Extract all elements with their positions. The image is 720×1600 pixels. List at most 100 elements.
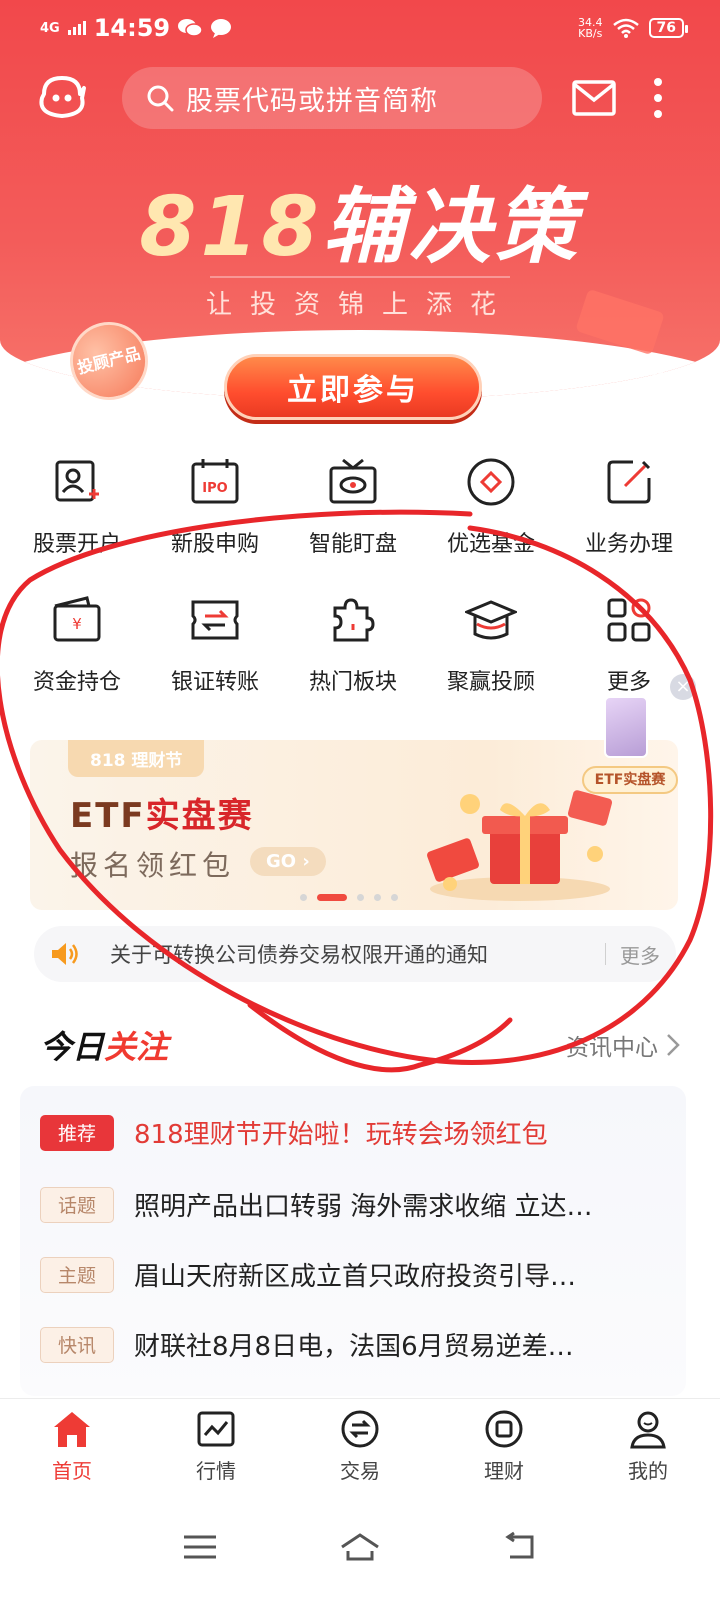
tab-home[interactable]: 首页 — [0, 1399, 144, 1494]
wealth-icon — [485, 1410, 523, 1448]
back-nav-icon[interactable] — [500, 1527, 540, 1567]
notice-bar[interactable]: 关于可转换公司债券交易权限开通的通知 更多 — [34, 926, 676, 982]
more-menu-icon[interactable] — [652, 78, 664, 118]
today-section-header: 今日关注 资讯中心 — [40, 1020, 680, 1070]
svg-text:¥: ¥ — [72, 615, 82, 633]
news-tag: 主题 — [40, 1256, 114, 1293]
speaker-icon — [52, 943, 78, 965]
join-now-button[interactable]: 立即参与 — [224, 354, 482, 420]
phone-prize-icon — [604, 696, 648, 758]
market-chart-icon — [197, 1411, 235, 1447]
carousel-dot-active — [317, 894, 347, 901]
tab-profile[interactable]: 我的 — [576, 1399, 720, 1494]
home-nav-icon[interactable] — [340, 1527, 380, 1567]
quick-entry-row-2: ¥ 资金持仓 银证转账 热门板块 聚赢投顾 更多 — [8, 594, 720, 696]
banner-title-text: 辅决策 — [322, 180, 581, 275]
tab-wealth[interactable]: 理财 — [432, 1399, 576, 1494]
notice-divider — [605, 943, 606, 965]
system-navigation-bar — [0, 1494, 720, 1600]
info-center-label: 资讯中心 — [566, 1035, 658, 1061]
svg-text:IPO: IPO — [202, 481, 227, 496]
news-text: 眉山天府新区成立首只政府投资引导… — [134, 1262, 577, 1292]
network-indicator: 4G — [40, 20, 60, 36]
grid-item-hot-sectors[interactable]: 热门板块 — [284, 594, 422, 696]
battery-indicator: 76 — [648, 18, 689, 38]
app-logo-icon[interactable] — [34, 74, 90, 122]
chevron-right-icon — [667, 1034, 680, 1056]
status-bar: 4G 14:59 34.4 KB/s 76 — [0, 0, 720, 56]
grid-item-label: 新股申购 — [170, 532, 259, 557]
notice-more-link[interactable]: 更多 — [620, 940, 660, 969]
float-etf-label: ETF实盘赛 — [582, 766, 678, 794]
carousel-dot — [300, 894, 307, 901]
promo-go-button[interactable]: GO › — [250, 847, 326, 876]
banner-close-icon[interactable]: × — [646, 362, 668, 392]
bottom-tab-bar: 首页 行情 交易 理财 我的 — [0, 1398, 720, 1494]
tab-market[interactable]: 行情 — [144, 1399, 288, 1494]
banner-title-number: 818 — [139, 180, 323, 275]
promo-tag: 818 理财节 — [68, 740, 205, 777]
news-item[interactable]: 快讯 财联社8月8日电，法国6月贸易逆差… — [40, 1326, 670, 1363]
mail-icon[interactable] — [572, 80, 616, 116]
menu-lines-icon[interactable] — [180, 1527, 220, 1567]
info-center-link[interactable]: 资讯中心 — [566, 1028, 680, 1062]
promo-title-red: 实盘赛 — [145, 796, 254, 836]
today-title-black: 今日 — [40, 1028, 105, 1066]
message-icon — [211, 19, 232, 38]
edit-icon — [607, 460, 651, 504]
signal-icon — [67, 21, 86, 35]
tab-trade[interactable]: 交易 — [288, 1399, 432, 1494]
carousel-dot — [391, 894, 398, 901]
carousel-indicator — [300, 894, 398, 901]
profile-icon — [630, 1411, 666, 1449]
clock: 14:59 — [93, 14, 171, 42]
fund-diamond-icon — [467, 458, 515, 506]
tab-label: 理财 — [484, 1459, 524, 1483]
grid-item-account-open[interactable]: 股票开户 — [8, 456, 146, 558]
search-icon — [147, 85, 174, 112]
search-bar[interactable]: 股票代码或拼音简称 — [122, 67, 542, 129]
grid-item-fund[interactable]: 优选基金 — [422, 456, 560, 558]
notice-text: 关于可转换公司债券交易权限开通的通知 — [110, 943, 488, 967]
search-placeholder: 股票代码或拼音简称 — [186, 85, 438, 117]
news-tag: 话题 — [40, 1186, 114, 1223]
promo-title: ETF实盘赛 — [70, 788, 254, 837]
top-row: 股票代码或拼音简称 — [0, 66, 720, 130]
promo-carousel-card[interactable]: 818 理财节 ETF实盘赛 报名领红包 GO › — [30, 740, 678, 910]
grid-item-transfer[interactable]: 银证转账 — [146, 594, 284, 696]
tab-label: 交易 — [340, 1459, 380, 1483]
grid-item-advisor[interactable]: 聚赢投顾 — [422, 594, 560, 696]
grid-item-smart-watch[interactable]: 智能盯盘 — [284, 456, 422, 558]
ipo-calendar-icon: IPO — [191, 459, 239, 504]
news-item[interactable]: 话题 照明产品出口转弱 海外需求收缩 立达… — [40, 1186, 670, 1223]
grid-item-business[interactable]: 业务办理 — [560, 456, 698, 558]
banner-title: 818辅决策 — [0, 160, 720, 279]
grid-item-label: 聚赢投顾 — [446, 670, 535, 695]
today-title-red: 关注 — [104, 1028, 169, 1066]
tab-label: 我的 — [628, 1459, 668, 1483]
float-close-icon[interactable]: × — [670, 674, 696, 700]
grid-item-label: 热门板块 — [308, 670, 397, 695]
news-item[interactable]: 主题 眉山天府新区成立首只政府投资引导… — [40, 1256, 670, 1293]
tv-eye-icon — [329, 458, 377, 504]
etf-float-widget[interactable]: ETF实盘赛 — [582, 690, 678, 802]
promo-title-prefix: ETF — [70, 796, 146, 836]
grid-more-icon — [607, 598, 651, 642]
network-speed: 34.4 KB/s — [578, 17, 603, 39]
news-tag: 推荐 — [40, 1114, 114, 1151]
news-text: 财联社8月8日电，法国6月贸易逆差… — [134, 1332, 574, 1362]
tab-label: 行情 — [196, 1459, 236, 1483]
trade-exchange-icon — [341, 1410, 379, 1448]
tab-label: 首页 — [52, 1459, 92, 1483]
news-item[interactable]: 推荐 818理财节开始啦！玩转会场领红包 — [40, 1114, 670, 1151]
account-open-icon — [55, 460, 99, 502]
transfer-icon — [191, 600, 239, 640]
news-list: 推荐 818理财节开始啦！玩转会场领红包 话题 照明产品出口转弱 海外需求收缩 … — [20, 1086, 686, 1396]
home-icon — [54, 1412, 90, 1447]
grid-item-holdings[interactable]: ¥ 资金持仓 — [8, 594, 146, 696]
grid-item-label: 股票开户 — [32, 532, 121, 557]
puzzle-icon — [333, 598, 375, 642]
news-text: 818理财节开始啦！玩转会场领红包 — [134, 1120, 548, 1150]
grid-item-label: 智能盯盘 — [308, 532, 397, 557]
grid-item-ipo[interactable]: IPO 新股申购 — [146, 456, 284, 558]
